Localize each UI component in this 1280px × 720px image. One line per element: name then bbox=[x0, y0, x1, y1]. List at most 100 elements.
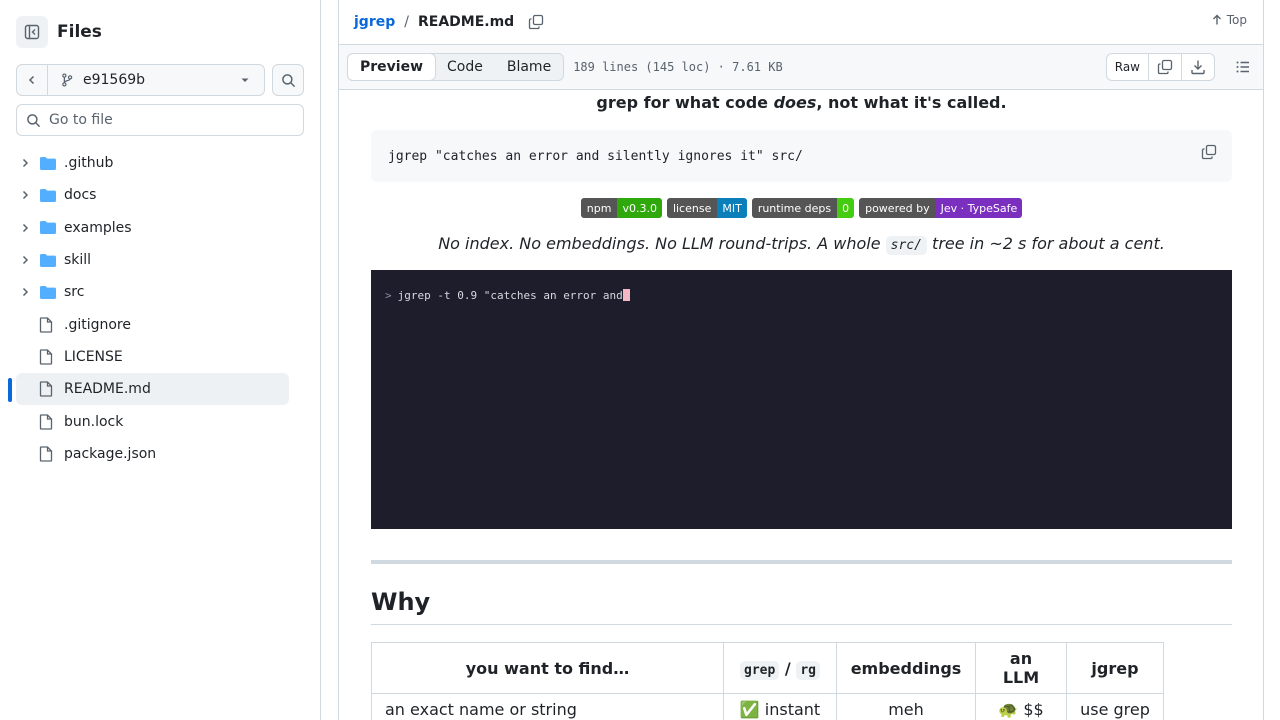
search-icon bbox=[27, 113, 41, 127]
table-header: grep / rg bbox=[723, 642, 837, 694]
breadcrumb-separator: / bbox=[404, 14, 409, 30]
tree-file-gitignore[interactable]: .gitignore bbox=[16, 308, 289, 340]
copy-icon bbox=[1157, 59, 1173, 75]
table-cell: use grep bbox=[1066, 693, 1164, 720]
copy-raw-button[interactable] bbox=[1149, 54, 1182, 80]
collapse-sidebar-button[interactable] bbox=[16, 16, 48, 48]
badge-row: npm v0.3.0 license MIT runtime deps 0 po… bbox=[371, 198, 1232, 218]
tree-item-label: package.json bbox=[64, 445, 157, 462]
chevron-right-icon[interactable] bbox=[17, 255, 33, 265]
terminal-command: jgrep -t 0.9 "catches an error and bbox=[397, 289, 623, 302]
caret-down-icon bbox=[241, 78, 249, 82]
chevron-right-icon[interactable] bbox=[17, 223, 33, 233]
tree-folder-github[interactable]: .github bbox=[16, 147, 289, 179]
tree-file-package-json[interactable]: package.json bbox=[16, 438, 289, 470]
tagline-emphasis: does bbox=[773, 93, 817, 112]
outline-button[interactable] bbox=[1229, 53, 1257, 81]
tree-item-label: docs bbox=[64, 187, 97, 204]
branch-picker[interactable]: e91569b bbox=[48, 72, 264, 88]
license-badge[interactable]: license MIT bbox=[666, 198, 747, 218]
tree-folder-docs[interactable]: docs bbox=[16, 179, 289, 211]
copy-icon bbox=[1201, 144, 1217, 160]
file-tree: .github docs examples skill src .gitigno… bbox=[8, 147, 289, 470]
sidebar-header: Files bbox=[16, 16, 102, 48]
tree-file-readme[interactable]: README.md bbox=[8, 373, 289, 406]
breadcrumb-repo-link[interactable]: jgrep bbox=[354, 14, 395, 30]
list-icon bbox=[1236, 61, 1249, 73]
terminal-line: > jgrep -t 0.9 "catches an error and bbox=[385, 289, 630, 302]
lead-text: No index. No embeddings. No LLM round-tr… bbox=[438, 234, 886, 253]
header-separator: / bbox=[784, 658, 791, 678]
branch-name: e91569b bbox=[83, 72, 146, 88]
code-text: jgrep "catches an error and silently ign… bbox=[388, 148, 803, 164]
raw-button[interactable]: Raw bbox=[1107, 54, 1149, 80]
horizontal-rule bbox=[371, 560, 1232, 564]
go-to-file-placeholder: Go to file bbox=[49, 112, 113, 128]
download-icon bbox=[1191, 60, 1205, 75]
terminal-prompt: > bbox=[385, 289, 392, 302]
header-code: grep bbox=[740, 660, 780, 680]
folder-icon bbox=[39, 253, 57, 268]
tree-folder-skill[interactable]: skill bbox=[16, 244, 289, 276]
folder-icon bbox=[39, 188, 57, 203]
sidebar-collapse-icon bbox=[24, 24, 40, 40]
table-header: you want to find… bbox=[371, 642, 724, 694]
branch-row: e91569b bbox=[16, 64, 304, 96]
file-tree-sidebar: Files e91569b Go to file .github docs ex… bbox=[0, 0, 321, 720]
chevron-right-icon[interactable] bbox=[17, 287, 33, 297]
download-button[interactable] bbox=[1182, 54, 1214, 80]
terminal-demo: > jgrep -t 0.9 "catches an error and bbox=[371, 270, 1232, 529]
tree-item-label: .gitignore bbox=[64, 316, 131, 333]
tree-item-label: examples bbox=[64, 219, 132, 236]
tagline-text: grep for what code bbox=[596, 93, 774, 112]
back-to-top-button[interactable]: Top bbox=[1211, 13, 1247, 27]
breadcrumb-file: README.md bbox=[417, 14, 515, 30]
tree-item-label: .github bbox=[64, 155, 114, 172]
file-info: 189 lines (145 loc) · 7.61 KB bbox=[573, 60, 783, 74]
tree-file-license[interactable]: LICENSE bbox=[16, 341, 289, 373]
top-label: Top bbox=[1226, 13, 1247, 27]
file-icon bbox=[39, 413, 57, 430]
tab-code[interactable]: Code bbox=[435, 54, 495, 80]
tree-file-bun-lock[interactable]: bun.lock bbox=[16, 405, 289, 437]
tab-blame[interactable]: Blame bbox=[495, 54, 563, 80]
arrow-up-icon bbox=[1212, 14, 1221, 25]
tree-item-label: bun.lock bbox=[64, 413, 124, 430]
tree-item-label: skill bbox=[64, 252, 92, 269]
copy-code-button[interactable] bbox=[1201, 144, 1217, 164]
tree-folder-src[interactable]: src bbox=[16, 276, 289, 308]
chevron-right-icon[interactable] bbox=[17, 190, 33, 200]
npm-badge[interactable]: npm v0.3.0 bbox=[580, 198, 662, 218]
tree-folder-examples[interactable]: examples bbox=[16, 212, 289, 244]
go-to-file-input[interactable]: Go to file bbox=[16, 104, 304, 136]
copy-path-button[interactable] bbox=[528, 14, 544, 30]
code-block: jgrep "catches an error and silently ign… bbox=[371, 130, 1232, 182]
branch-selector[interactable]: e91569b bbox=[16, 64, 265, 96]
back-button[interactable] bbox=[17, 65, 48, 95]
badge-label: license bbox=[666, 198, 718, 218]
badge-label: npm bbox=[580, 198, 618, 218]
table-cell: 🐢 $$ bbox=[975, 693, 1067, 720]
tree-item-label: README.md bbox=[64, 381, 151, 398]
chevron-right-icon[interactable] bbox=[17, 158, 33, 168]
file-icon bbox=[39, 381, 57, 397]
copy-icon bbox=[529, 14, 544, 30]
badge-label: powered by bbox=[859, 198, 936, 218]
file-icon bbox=[39, 446, 57, 462]
runtime-deps-badge[interactable]: runtime deps 0 bbox=[751, 198, 855, 218]
table-cell: ✅ instant bbox=[723, 693, 837, 720]
powered-by-badge[interactable]: powered by Jev · TypeSafe bbox=[859, 198, 1023, 218]
search-button[interactable] bbox=[272, 64, 304, 96]
header-code: rg bbox=[796, 660, 820, 680]
why-heading: Why bbox=[371, 588, 1232, 625]
breadcrumb-bar: jgrep / README.md Top bbox=[339, 0, 1263, 45]
file-icon bbox=[39, 349, 57, 365]
readme-tagline: grep for what code does, not what it's c… bbox=[371, 93, 1232, 112]
comparison-table: you want to find… grep / rg embeddings a… bbox=[371, 642, 1164, 720]
git-branch-icon bbox=[62, 73, 73, 87]
badge-value: 0 bbox=[837, 198, 855, 218]
tagline-text: , not what it's called. bbox=[816, 93, 1007, 112]
file-toolbar: Preview Code Blame 189 lines (145 loc) ·… bbox=[339, 45, 1263, 90]
tab-preview[interactable]: Preview bbox=[347, 53, 437, 81]
readme-lead: No index. No embeddings. No LLM round-tr… bbox=[371, 234, 1232, 255]
